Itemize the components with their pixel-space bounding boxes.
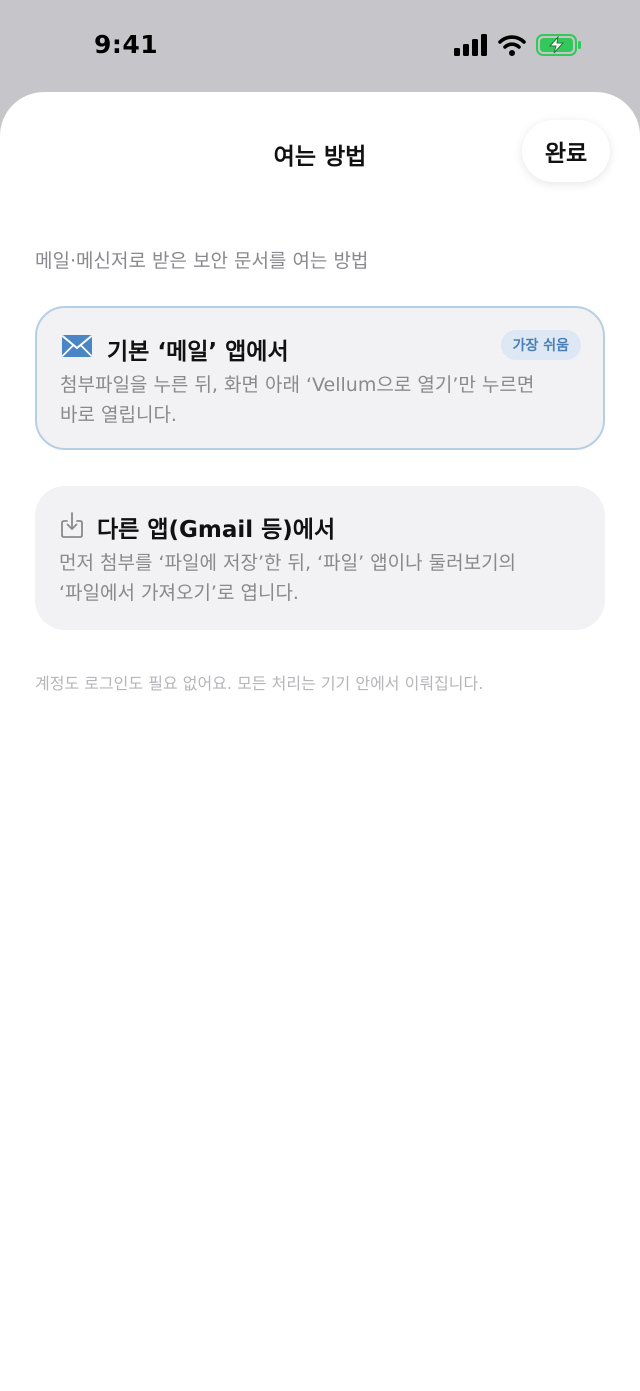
other-apps-card: 다른 앱(Gmail 등)에서 먼저 첨부를 ‘파일에 저장’한 뒤, ‘파일’…: [35, 486, 605, 630]
other-apps-card-description-line: ‘파일에서 가져오기’로 엽니다.: [59, 582, 299, 604]
mail-app-card: 기본 ‘메일’ 앱에서 가장 쉬움 첨부파일을 누른 뒤, 화면 아래 ‘Vel…: [35, 306, 605, 450]
other-apps-card-title: 다른 앱(Gmail 등)에서: [97, 517, 336, 543]
status-bar: 9:41: [0, 0, 640, 92]
wifi-icon: [498, 34, 526, 60]
privacy-footnote: 계정도 로그인도 필요 없어요. 모든 처리는 기기 안에서 이뤄집니다.: [35, 674, 484, 693]
other-apps-card-description-line: 먼저 첨부를 ‘파일에 저장’한 뒤, ‘파일’ 앱이나 둘러보기의: [59, 552, 517, 574]
other-apps-card-description: 먼저 첨부를 ‘파일에 저장’한 뒤, ‘파일’ 앱이나 둘러보기의 ‘파일에서…: [59, 548, 579, 608]
mail-card-description-line: 첨부파일을 누른 뒤, 화면 아래 ‘Vellum으로 열기’만 누르면: [60, 374, 535, 396]
done-button[interactable]: 완료: [522, 120, 610, 182]
signal-icon: [454, 34, 488, 60]
sheet-subtitle: 메일·메신저로 받은 보안 문서를 여는 방법: [35, 250, 369, 272]
mail-card-description: 첨부파일을 누른 뒤, 화면 아래 ‘Vellum으로 열기’만 누르면 바로 …: [60, 370, 580, 430]
mail-icon: [61, 334, 93, 362]
mail-card-description-line: 바로 열립니다.: [60, 404, 177, 426]
how-to-open-sheet: 여는 방법 완료 메일·메신저로 받은 보안 문서를 여는 방법 기본 ‘메일’…: [0, 92, 640, 1391]
battery-charging-icon: [536, 34, 582, 60]
status-icons: [454, 34, 582, 60]
mail-card-title: 기본 ‘메일’ 앱에서: [107, 339, 289, 365]
easiest-badge: 가장 쉬움: [500, 330, 581, 360]
status-time: 9:41: [94, 30, 159, 59]
download-tray-icon: [61, 512, 83, 542]
